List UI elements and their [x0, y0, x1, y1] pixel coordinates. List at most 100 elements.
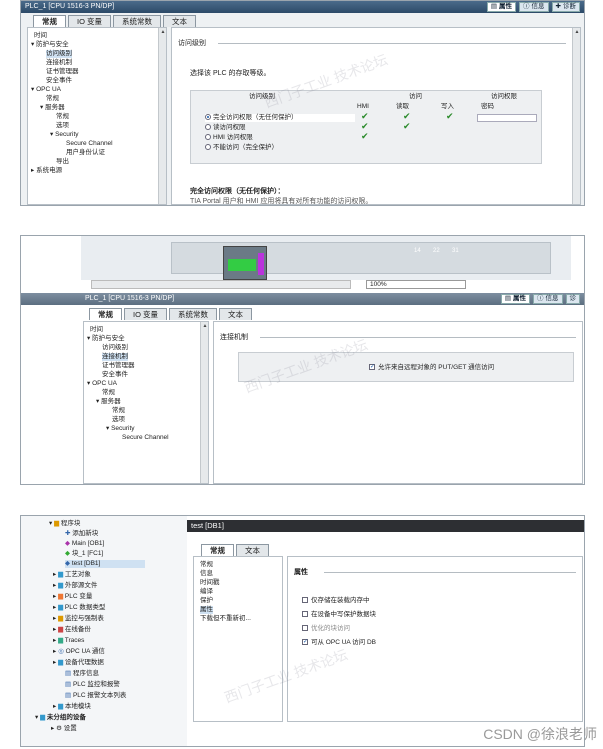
project-tree-item[interactable]: ▸ ▆ 监控与强制表	[53, 615, 104, 623]
checkbox-checked-icon[interactable]: ✓	[302, 639, 308, 646]
tree-item-connection[interactable]: 连接机制	[102, 353, 128, 361]
tab-system-constants[interactable]: 系统常数	[169, 308, 218, 320]
radio-read[interactable]	[205, 124, 211, 131]
tree-item-secure-channel[interactable]: Secure Channel	[122, 434, 169, 442]
tree-item-time[interactable]: 时间	[90, 326, 103, 334]
tab-diagnostics[interactable]: ✚ 诊断	[551, 2, 580, 12]
radio-full[interactable]	[205, 114, 211, 121]
nav-item-download[interactable]: 下载但不重新初...	[200, 615, 251, 623]
tab-info[interactable]: ⓘ 信息	[519, 2, 549, 12]
scroll-up-icon[interactable]: ▲	[573, 28, 580, 36]
tree-item-protection[interactable]: ▾ 防护与安全	[31, 41, 69, 49]
row-no-access[interactable]: 不能访问（完全保护）	[205, 144, 278, 152]
radio-hmi[interactable]	[205, 134, 211, 141]
tree-item-connection[interactable]: 连接机制	[46, 59, 72, 67]
project-tree-item[interactable]: ▸ ▆ 设备代理数据	[53, 659, 104, 667]
project-tree-item-selected[interactable]: ◆ test [DB1]	[65, 560, 145, 568]
tree-item-protection[interactable]: ▾ 防护与安全	[87, 335, 125, 343]
tree-item-opcua[interactable]: ▾ OPC UA	[31, 86, 61, 94]
project-tree-item[interactable]: ▸ ◎ OPC UA 通信	[53, 648, 105, 656]
tree-scrollbar[interactable]: ▲	[158, 28, 166, 204]
tree-item-security[interactable]: ▾ Security	[50, 131, 79, 139]
row-hmi-access[interactable]: HMI 访问权限	[205, 134, 253, 142]
tree-item-security-events[interactable]: 安全事件	[46, 77, 72, 85]
nav-item-protection[interactable]: 保护	[200, 597, 213, 605]
tree-item-options[interactable]: 选项	[56, 122, 69, 130]
tab-texts[interactable]: 文本	[219, 308, 253, 320]
tree-item-server[interactable]: ▾ 服务器	[40, 104, 65, 112]
project-tree-item[interactable]: ▸ ▆ PLC 数据类型	[53, 604, 105, 612]
tree-item-general[interactable]: 常规	[46, 95, 59, 103]
tab-io-tags[interactable]: IO 变量	[124, 308, 168, 320]
checkbox-write-protect[interactable]: 在设备中写保护数据块	[302, 611, 376, 619]
tree-item-access-level[interactable]: 访问级别	[102, 344, 128, 352]
tree-item-cert-manager[interactable]: 证书管理器	[102, 362, 135, 370]
project-tree-item[interactable]: ▸ ▆ 在线备份	[53, 626, 91, 634]
project-tree-item[interactable]: ▤ PLC 监控和报警	[65, 681, 120, 689]
tab-general[interactable]: 常规	[201, 544, 234, 556]
horizontal-scrollbar[interactable]	[91, 280, 351, 289]
checkbox-optimized-access[interactable]: 优化的块访问	[302, 625, 350, 633]
tree-item-access-level[interactable]: 访问级别	[46, 50, 72, 58]
put-get-checkbox[interactable]: ✓ 允许来自远程对象的 PUT/GET 通信访问	[369, 364, 494, 372]
tree-item-server-general[interactable]: 常规	[112, 407, 125, 415]
tree-item-time[interactable]: 时间	[34, 32, 47, 40]
tree-item-secure-channel[interactable]: Secure Channel	[66, 140, 113, 148]
checkbox-checked-icon[interactable]: ✓	[369, 364, 375, 371]
project-tree-item[interactable]: ◆ Main [OB1]	[65, 540, 104, 548]
tree-item-options[interactable]: 选项	[112, 416, 125, 424]
tree-item-security-events[interactable]: 安全事件	[102, 371, 128, 379]
content-scrollbar[interactable]: ▲	[572, 28, 580, 204]
tree-item-power[interactable]: ▸ 系统电源	[31, 167, 62, 175]
tree-item-user-auth[interactable]: 用户身份认证	[66, 149, 105, 157]
zoom-select[interactable]: 100%	[366, 280, 466, 289]
tab-general[interactable]: 常规	[89, 308, 122, 320]
checkbox-opcua-access[interactable]: ✓ 可从 OPC UA 访问 DB	[302, 639, 376, 647]
scroll-up-icon[interactable]: ▲	[159, 28, 166, 36]
checkbox-unchecked-icon[interactable]	[302, 625, 308, 632]
checkbox-unchecked-icon[interactable]	[302, 611, 308, 618]
nav-item-info[interactable]: 信息	[200, 570, 213, 578]
project-tree-item[interactable]: ▤ PLC 报警文本列表	[65, 692, 126, 700]
tab-texts[interactable]: 文本	[163, 15, 197, 27]
tree-item-general[interactable]: 常规	[102, 389, 115, 397]
nav-item-attributes[interactable]: 属性	[200, 606, 213, 614]
project-tree-item[interactable]: ◆ 块_1 [FC1]	[65, 550, 103, 558]
project-tree-item[interactable]: ▸ ▆ 本地模块	[53, 703, 91, 711]
project-tree-item[interactable]: ✚ 添加新块	[65, 530, 98, 538]
tab-diagnostics[interactable]: 诊	[565, 294, 580, 304]
nav-item-compile[interactable]: 编译	[200, 588, 213, 596]
tree-scrollbar[interactable]: ▲	[200, 322, 208, 483]
tab-properties[interactable]: ▤ 属性	[500, 294, 530, 304]
project-tree-item[interactable]: ▸ ▆ 外部源文件	[53, 582, 97, 590]
row-full-access[interactable]: 完全访问权限（无任何保护）	[205, 114, 355, 122]
password-field[interactable]	[477, 114, 537, 122]
row-read-access[interactable]: 读访问权限	[205, 124, 246, 132]
nav-item-general[interactable]: 常规	[200, 561, 213, 569]
tab-system-constants[interactable]: 系统常数	[113, 15, 162, 27]
checkbox-unchecked-icon[interactable]	[302, 597, 308, 604]
tree-item-export[interactable]: 导出	[56, 158, 69, 166]
tree-item-server-general[interactable]: 常规	[56, 113, 69, 121]
tab-properties[interactable]: ▤ 属性	[486, 2, 517, 12]
tree-item-server[interactable]: ▾ 服务器	[96, 398, 121, 406]
tree-item-cert-manager[interactable]: 证书管理器	[46, 68, 79, 76]
tree-item-opcua[interactable]: ▾ OPC UA	[87, 380, 117, 388]
radio-none[interactable]	[205, 144, 211, 151]
tab-io-tags[interactable]: IO 变量	[68, 15, 112, 27]
project-tree-item[interactable]: ▸ ▆ 工艺对象	[53, 571, 91, 579]
scroll-up-icon[interactable]: ▲	[201, 322, 208, 330]
tab-texts[interactable]: 文本	[236, 544, 269, 556]
project-tree-item[interactable]: ▸ ⚙ 设置	[51, 725, 77, 733]
project-tree-item[interactable]: ▤ 程序信息	[65, 670, 99, 678]
project-tree-item[interactable]: ▾ ▆ 未分组的设备	[35, 714, 86, 722]
project-tree-item[interactable]: ▾ ▆ 程序块	[49, 520, 80, 528]
tab-info[interactable]: ⓘ 信息	[533, 294, 563, 304]
tree-item-security[interactable]: ▾ Security	[106, 425, 135, 433]
tab-general[interactable]: 常规	[33, 15, 66, 27]
nav-item-timestamp[interactable]: 时间戳	[200, 579, 220, 587]
cpu-module-icon[interactable]	[223, 246, 267, 280]
checkbox-load-memory[interactable]: 仅存储在装载内存中	[302, 597, 370, 605]
project-tree-item[interactable]: ▸ ▆ PLC 变量	[53, 593, 92, 601]
project-tree-item[interactable]: ▸ ▆ Traces	[53, 637, 84, 645]
